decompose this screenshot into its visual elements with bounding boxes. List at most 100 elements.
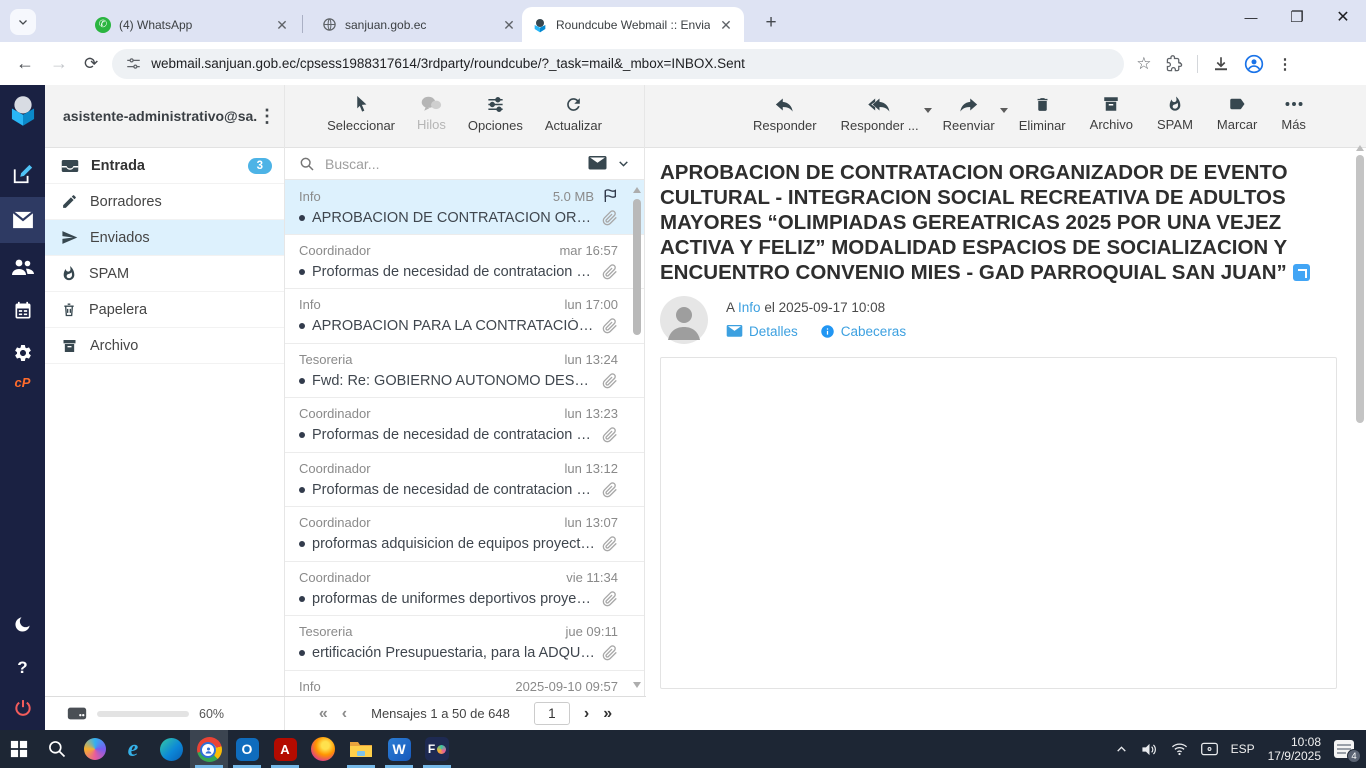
recipient-link[interactable]: Info — [738, 300, 761, 315]
window-restore-button[interactable]: ❐ — [1274, 8, 1320, 26]
folder-item[interactable]: Borradores — [45, 184, 284, 220]
copilot-icon[interactable] — [76, 730, 114, 768]
profile-avatar-icon[interactable] — [1244, 54, 1264, 74]
wifi-icon[interactable] — [1171, 742, 1188, 756]
dark-mode-moon-icon[interactable] — [0, 615, 45, 634]
start-button[interactable] — [0, 730, 38, 768]
folder-item[interactable]: SPAM — [45, 256, 284, 292]
list-scrollbar[interactable] — [632, 185, 642, 690]
cpanel-icon[interactable]: cP — [0, 375, 45, 390]
tab-whatsapp[interactable]: ✆ (4) WhatsApp ✕ — [85, 7, 300, 42]
message-row[interactable]: Tesoreria jue 09:11 ertificación Presupu… — [285, 616, 644, 671]
mail-module-active[interactable] — [0, 197, 45, 243]
toolbar-button[interactable]: Responder — [753, 95, 817, 133]
calendar-icon[interactable] — [0, 301, 45, 321]
acrobat-icon[interactable]: A — [266, 730, 304, 768]
tab-roundcube-active[interactable]: Roundcube Webmail :: Enviados ✕ — [522, 7, 744, 42]
forward-button[interactable]: → — [50, 53, 68, 74]
message-row[interactable]: Info 2025-09-10 09:57 — [285, 671, 644, 697]
select-button[interactable]: Seleccionar — [327, 95, 395, 133]
taskbar-search-icon[interactable] — [38, 730, 76, 768]
first-page-button[interactable]: « — [319, 705, 328, 723]
toolbar-button[interactable]: SPAM — [1157, 95, 1193, 132]
threads-button[interactable]: Hilos — [417, 95, 446, 132]
message-row[interactable]: Coordinador lun 13:23 Proformas de neces… — [285, 398, 644, 453]
compose-icon[interactable] — [0, 163, 45, 185]
tab-sanjuan[interactable]: sanjuan.gob.ec ✕ — [312, 7, 527, 42]
scrollbar-thumb[interactable] — [633, 199, 641, 335]
toolbar-button[interactable]: Reenviar — [943, 95, 995, 133]
logout-power-icon[interactable] — [0, 698, 45, 718]
chrome-icon-active[interactable] — [190, 730, 228, 768]
reading-scrollbar[interactable] — [1356, 151, 1365, 728]
contacts-icon[interactable] — [0, 257, 45, 277]
details-toggle[interactable]: Detalles — [726, 324, 798, 339]
toolbar-button[interactable]: Responder ... — [841, 95, 919, 133]
settings-gear-icon[interactable] — [0, 343, 45, 363]
tab-close-icon[interactable]: ✕ — [274, 17, 290, 33]
browser-menu-icon[interactable]: ⋮ — [1278, 55, 1293, 73]
clock[interactable]: 10:08 17/9/2025 — [1268, 735, 1321, 763]
refresh-button[interactable]: Actualizar — [545, 95, 602, 133]
message-row[interactable]: Info lun 17:00 APROBACION PARA LA CONTRA… — [285, 289, 644, 344]
internet-explorer-icon[interactable]: e — [114, 730, 152, 768]
toolbar-button[interactable]: Archivo — [1090, 95, 1133, 132]
tab-close-icon[interactable]: ✕ — [718, 17, 734, 33]
headers-toggle[interactable]: Cabeceras — [820, 324, 906, 339]
url-bar[interactable]: webmail.sanjuan.gob.ec/cpsess1988317614/… — [112, 49, 1124, 79]
language-indicator[interactable]: ESP — [1231, 742, 1255, 756]
tab-search-button[interactable] — [10, 9, 36, 35]
toolbar-button[interactable]: Marcar — [1217, 95, 1257, 132]
dropdown-caret-icon[interactable] — [1000, 108, 1008, 113]
next-page-button[interactable]: › — [584, 705, 589, 723]
edge-icon[interactable] — [152, 730, 190, 768]
firefox-icon[interactable] — [304, 730, 342, 768]
last-page-button[interactable]: » — [603, 705, 612, 723]
downloads-icon[interactable] — [1212, 55, 1230, 73]
notification-center-icon[interactable]: 4 — [1334, 740, 1354, 758]
file-explorer-icon[interactable] — [342, 730, 380, 768]
message-row[interactable]: Tesoreria lun 13:24 Fwd: Re: GOBIERNO AU… — [285, 344, 644, 399]
toolbar-button[interactable]: Más — [1281, 95, 1306, 132]
search-options-chevron-icon[interactable] — [617, 157, 630, 170]
extensions-icon[interactable] — [1166, 55, 1183, 72]
search-scope-mail-icon[interactable] — [588, 156, 607, 171]
message-row[interactable]: Coordinador vie 11:34 proformas de unifo… — [285, 562, 644, 617]
scroll-up-arrow[interactable] — [633, 187, 641, 193]
folder-item[interactable]: Archivo — [45, 328, 284, 364]
window-minimize-button[interactable]: — — [1228, 10, 1274, 25]
search-input[interactable] — [325, 156, 578, 172]
scroll-up-arrow[interactable] — [1356, 145, 1364, 151]
tab-close-icon[interactable]: ✕ — [501, 17, 517, 33]
screen-cast-icon[interactable] — [1201, 742, 1218, 756]
fes-app-icon[interactable]: F — [418, 730, 456, 768]
page-number-input[interactable]: 1 — [534, 702, 570, 725]
message-row[interactable]: Info 5.0 MB APROBACION DE CONTRATACION O… — [285, 180, 644, 235]
window-close-button[interactable]: ✕ — [1320, 7, 1366, 27]
help-icon[interactable]: ? — [0, 658, 45, 678]
message-row[interactable]: Coordinador lun 13:12 Proformas de neces… — [285, 453, 644, 508]
volume-icon[interactable] — [1141, 742, 1158, 757]
prev-page-button[interactable]: ‹ — [342, 705, 347, 723]
site-settings-icon[interactable] — [126, 56, 141, 71]
bookmark-star-icon[interactable]: ☆ — [1136, 54, 1151, 74]
word-icon[interactable]: W — [380, 730, 418, 768]
folder-item[interactable]: Enviados — [45, 220, 284, 256]
toolbar-button[interactable]: Eliminar — [1019, 95, 1066, 133]
dropdown-caret-icon[interactable] — [924, 108, 932, 113]
outlook-icon[interactable]: O — [228, 730, 266, 768]
folder-item[interactable]: Entrada 3 — [45, 148, 284, 184]
scrollbar-thumb[interactable] — [1356, 155, 1364, 423]
scroll-down-arrow[interactable] — [633, 682, 641, 688]
external-link-icon[interactable] — [1293, 264, 1310, 281]
new-tab-button[interactable]: + — [758, 10, 784, 36]
flag-icon[interactable] — [602, 188, 618, 204]
account-menu-icon[interactable]: ⋮ — [258, 114, 274, 119]
folder-item[interactable]: Papelera — [45, 292, 284, 328]
options-button[interactable]: Opciones — [468, 95, 523, 133]
reload-button[interactable]: ⟳ — [84, 54, 98, 74]
tray-expand-chevron-icon[interactable] — [1115, 743, 1128, 756]
message-row[interactable]: Coordinador mar 16:57 Proformas de neces… — [285, 235, 644, 290]
message-row[interactable]: Coordinador lun 13:07 proformas adquisic… — [285, 507, 644, 562]
back-button[interactable]: ← — [16, 53, 34, 74]
